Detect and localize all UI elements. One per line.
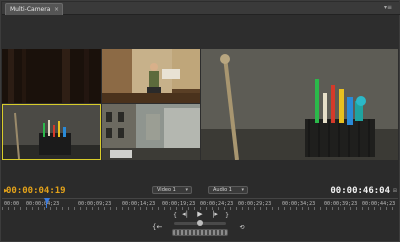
- jog-wheel[interactable]: [172, 229, 228, 236]
- chevron-down-icon: ▾: [241, 187, 244, 193]
- camera-3-monitor-selected[interactable]: [2, 104, 101, 160]
- video-track-label: Video 1: [157, 187, 176, 193]
- panel-menu-icon[interactable]: ▾≡: [382, 4, 394, 12]
- play-button[interactable]: ▶: [195, 210, 205, 219]
- playhead-handle[interactable]: [44, 198, 50, 204]
- go-to-in-button[interactable]: {←: [152, 223, 162, 232]
- loop-button[interactable]: ⟲: [237, 223, 247, 232]
- chevron-down-icon: ▾: [185, 187, 188, 193]
- video-track-select[interactable]: Video 1 ▾: [152, 186, 192, 194]
- duration-timecode: 00:00:46:04: [330, 186, 390, 196]
- tab-label: Multi-Camera: [10, 6, 51, 13]
- mark-out-button[interactable]: }: [222, 211, 232, 220]
- settings-icon[interactable]: ⊞: [393, 188, 397, 194]
- playhead-line: [46, 202, 47, 208]
- program-monitor[interactable]: [201, 49, 398, 160]
- tab-multi-camera[interactable]: Multi-Camera ×: [5, 3, 63, 15]
- camera-4-monitor[interactable]: [102, 104, 200, 160]
- audio-track-label: Audio 1: [213, 187, 232, 193]
- camera-2-monitor[interactable]: [102, 49, 200, 103]
- step-back-button[interactable]: ◂|: [180, 210, 190, 219]
- close-icon[interactable]: ×: [54, 4, 59, 15]
- audio-track-select[interactable]: Audio 1 ▾: [208, 186, 248, 194]
- panel-tab-bar: Multi-Camera × ▾≡: [2, 2, 400, 15]
- transport-controls: { } {← ◂| ▶ |▸ ⟲: [0, 210, 400, 242]
- mark-in-button[interactable]: {: [170, 211, 180, 220]
- camera-1-monitor[interactable]: [2, 49, 101, 103]
- shuttle-knob[interactable]: [197, 220, 203, 226]
- current-timecode[interactable]: 00:00:04:19: [6, 186, 66, 196]
- step-forward-button[interactable]: |▸: [210, 210, 220, 219]
